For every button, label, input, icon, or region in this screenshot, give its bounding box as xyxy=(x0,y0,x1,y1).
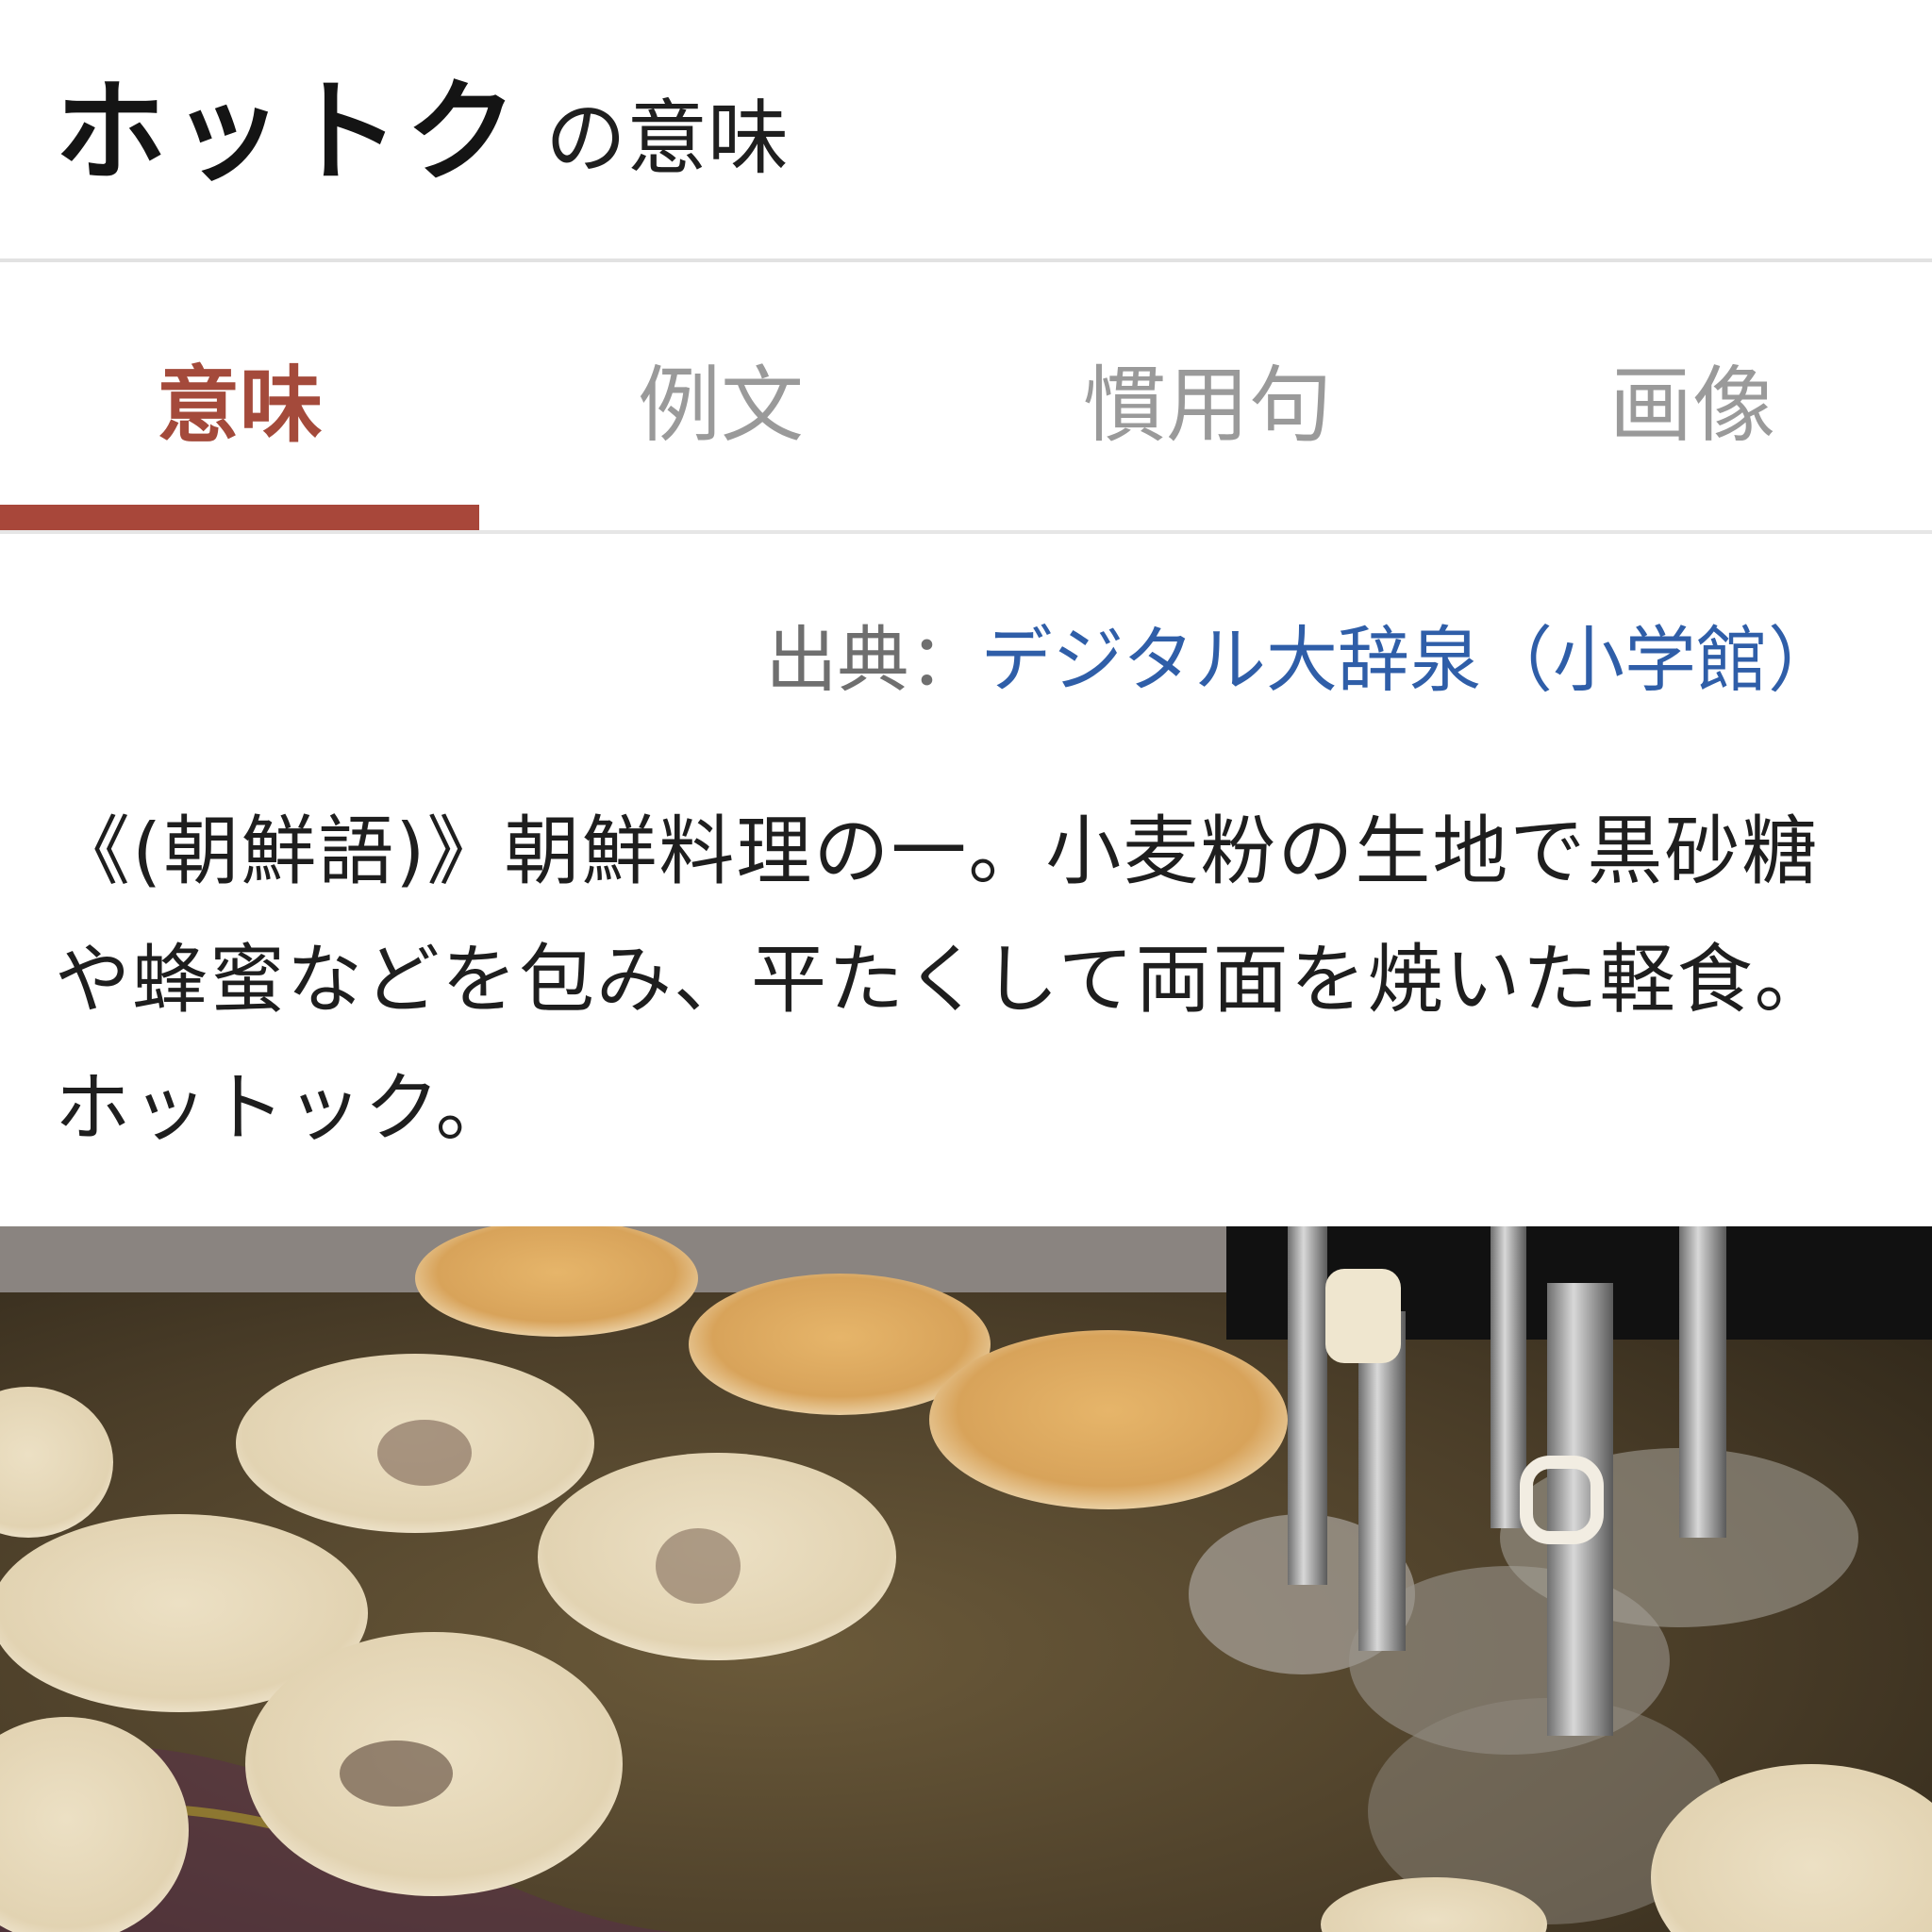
tab-examples[interactable]: 例文 xyxy=(479,266,962,530)
tab-bar: 意味 例文 慣用句 画像 xyxy=(0,266,1932,534)
tab-idioms[interactable]: 慣用句 xyxy=(962,266,1453,530)
page-header: ホットク の意味 xyxy=(0,0,1932,262)
source-label: 出典： xyxy=(765,618,981,702)
hotteok-photo xyxy=(0,1226,1932,1932)
active-tab-indicator xyxy=(0,505,479,530)
source-line: 出典：デジタル大辞泉（小学館） xyxy=(766,613,1840,708)
source-link[interactable]: デジタル大辞泉（小学館） xyxy=(981,618,1840,702)
tab-meaning[interactable]: 意味 xyxy=(0,266,479,530)
headword-suffix: の意味 xyxy=(545,92,789,186)
tab-images[interactable]: 画像 xyxy=(1453,266,1932,530)
definition-text: 《(朝鮮語)》朝鮮料理の一。小麦粉の生地で黒砂糖や蜂蜜などを包み、平たくして両面… xyxy=(55,808,1832,1152)
headword: ホットク xyxy=(55,67,524,197)
